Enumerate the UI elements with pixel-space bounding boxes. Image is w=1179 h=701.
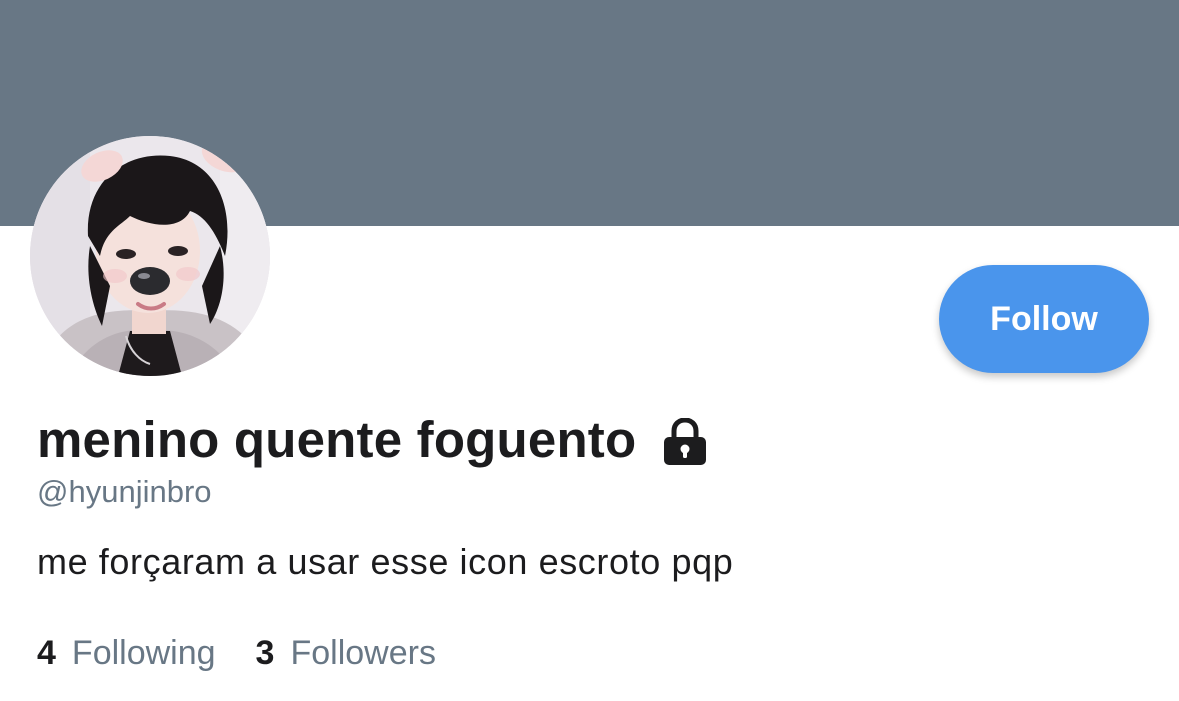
following-count: 4 <box>37 634 56 672</box>
followers-count: 3 <box>255 634 275 672</box>
profile-avatar[interactable] <box>30 136 270 376</box>
followers-label: Followers <box>290 634 436 672</box>
profile-handle: @hyunjinbro <box>37 474 212 509</box>
profile-stats: 4 Following 3 Followers <box>37 634 476 673</box>
avatar-photo <box>30 136 270 376</box>
name-row: menino quente foguento <box>37 404 708 474</box>
followers-link[interactable]: 3 Followers <box>256 634 436 673</box>
lock-icon <box>662 417 708 466</box>
profile-page: Follow menino quente foguento @hyunjinbr… <box>0 0 1179 701</box>
following-link[interactable]: 4 Following <box>37 634 216 673</box>
follow-button[interactable]: Follow <box>939 265 1149 373</box>
profile-bio: me forçaram a usar esse icon escroto pqp <box>37 541 734 582</box>
following-label: Following <box>71 634 216 672</box>
display-name: menino quente foguento <box>37 410 637 468</box>
